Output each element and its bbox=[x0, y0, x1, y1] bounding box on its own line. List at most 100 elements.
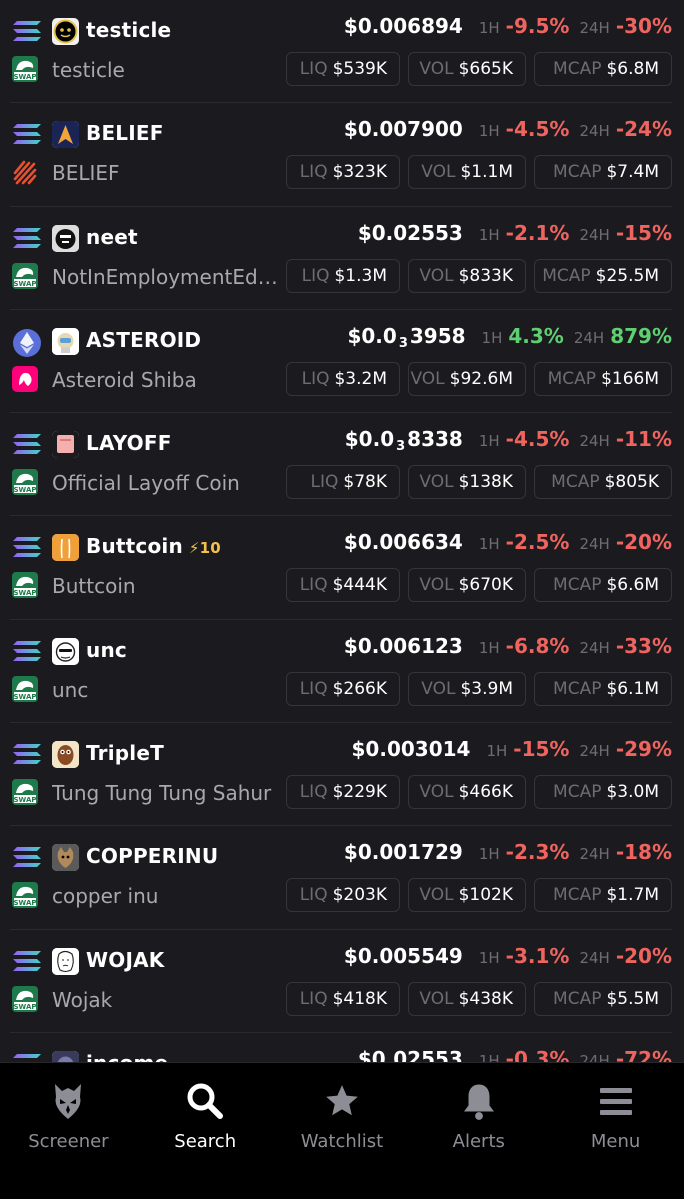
swap-dex-icon: SWAP bbox=[12, 779, 38, 806]
change-24h-label: 24H bbox=[579, 742, 610, 761]
token-logo bbox=[52, 431, 79, 459]
liquidity-pill-label: LIQ bbox=[299, 162, 328, 183]
market-cap-pill-value: $1.7M bbox=[606, 885, 659, 906]
ethereum-icon bbox=[12, 328, 42, 357]
token-price: $0.0 3 8338 bbox=[345, 427, 463, 454]
change-1h-value: -2.5% bbox=[505, 530, 570, 555]
market-cap-pill-label: MCAP bbox=[553, 988, 602, 1009]
star-icon bbox=[323, 1081, 361, 1121]
token-row[interactable]: ASTEROID Asteroid Shiba $0.0 3 3958 1H 4.3% 24H… bbox=[10, 310, 672, 414]
svg-text:SWAP: SWAP bbox=[14, 693, 37, 701]
liquidity-pill-label: LIQ bbox=[299, 782, 328, 803]
token-row[interactable]: SWAP WOJAK Wojak $0.005549 1H -3.1% 24H -20% LIQ… bbox=[10, 930, 672, 1033]
market-cap-pill-label: MCAP bbox=[553, 162, 602, 183]
change-1h-label: 1H bbox=[486, 742, 508, 761]
volume-pill-label: VOL bbox=[419, 59, 454, 79]
market-cap-pill-value: $166M bbox=[601, 368, 659, 389]
token-row[interactable]: SWAP LAYOFF Official Layoff Coin $0.0 3 8338 1… bbox=[10, 413, 672, 517]
change-1h-value: -4.5% bbox=[505, 427, 570, 452]
price-main: $0.007900 bbox=[343, 117, 463, 142]
screener-owl-icon bbox=[49, 1081, 87, 1121]
change-1h-value: -2.1% bbox=[505, 220, 570, 245]
token-symbol-text: ASTEROID bbox=[86, 327, 202, 352]
metrics-pills: LIQ $266K VOL $3.9M MCAP $6.1M bbox=[286, 671, 672, 706]
token-symbol-text: TripleT bbox=[86, 741, 164, 766]
tab-search[interactable]: Search bbox=[137, 1063, 274, 1199]
price-main: $0.006634 bbox=[343, 530, 463, 555]
liquidity-pill-label: LIQ bbox=[299, 678, 328, 699]
believe-dex-icon bbox=[12, 159, 38, 185]
token-row[interactable]: BELIEF BELIEF $0.007900 1H -4.5% 24H -24% LIQ $3… bbox=[10, 103, 672, 207]
liquidity-pill-label: LIQ bbox=[299, 575, 328, 596]
change-24h-label: 24H bbox=[579, 225, 610, 244]
liquidity-pill-label: LIQ bbox=[310, 472, 339, 493]
volume-pill-value: $670K bbox=[458, 575, 513, 596]
volume-pill-value: $1.1M bbox=[460, 162, 513, 183]
tab-screener[interactable]: Screener bbox=[0, 1063, 137, 1199]
token-row[interactable]: SWAP Buttcoin ⚡10 Buttcoin $0.006634 1H -2.5% 2… bbox=[10, 516, 672, 620]
change-1h-value: -15% bbox=[513, 737, 570, 762]
bottom-tab-bar: Screener Search Watchlist Alerts Menu bbox=[0, 1062, 684, 1199]
volume-pill-label: VOL bbox=[421, 162, 456, 183]
change-1h-label: 1H bbox=[478, 1051, 500, 1062]
svg-text:SWAP: SWAP bbox=[14, 899, 37, 907]
price-digits: 2553 bbox=[407, 1046, 463, 1062]
uniswap-icon bbox=[12, 365, 38, 392]
token-row[interactable]: SWAP TripleT Tung Tung Tung Sahur $0.003014… bbox=[10, 723, 672, 827]
change-24h-label: 24H bbox=[579, 122, 610, 141]
market-cap-pill-value: $5.5M bbox=[606, 988, 659, 1009]
change-1h-label: 1H bbox=[478, 19, 500, 37]
solana-icon bbox=[12, 640, 42, 662]
token-logo bbox=[52, 1050, 79, 1062]
token-row[interactable]: SWAP testicle testicle $0.006894 1H -9.5% 24H -… bbox=[10, 0, 672, 104]
liquidity-pill-value: $229K bbox=[332, 782, 387, 803]
volume-pill-value: $138K bbox=[458, 472, 513, 493]
change-1h-label: 1H bbox=[478, 948, 500, 967]
tab-alerts[interactable]: Alerts bbox=[410, 1063, 547, 1199]
boost-badge: ⚡10 bbox=[188, 539, 221, 558]
solana-icon bbox=[12, 743, 42, 765]
market-cap-pill-value: $6.1M bbox=[606, 678, 659, 699]
liquidity-pill-value: $78K bbox=[343, 472, 387, 493]
liquidity-pill-label: LIQ bbox=[299, 59, 328, 79]
tab-menu[interactable]: Menu bbox=[547, 1063, 684, 1199]
change-24h-label: 24H bbox=[579, 19, 610, 37]
liquidity-pill-value: $323K bbox=[332, 162, 387, 183]
volume-pill: VOL $3.9M bbox=[408, 671, 526, 706]
market-cap-pill: MCAP $3.0M bbox=[534, 775, 672, 810]
price-main: $0.001729 bbox=[343, 840, 463, 865]
token-symbol: Buttcoin ⚡10 bbox=[86, 534, 221, 558]
metrics-pills: LIQ $1.3M VOL $833K MCAP $25.5M bbox=[286, 258, 672, 293]
liquidity-pill-value: $203K bbox=[332, 885, 387, 906]
token-row[interactable]: SWAP unc unc $0.006123 1H -6.8% 24H -33% LIQ $266… bbox=[10, 620, 672, 724]
token-name: BELIEF bbox=[52, 161, 120, 186]
token-price: $0.005549 bbox=[344, 944, 463, 968]
solana-icon bbox=[12, 950, 42, 972]
tab-watchlist[interactable]: Watchlist bbox=[274, 1063, 411, 1199]
tab-menu-label: Menu bbox=[590, 1131, 641, 1152]
market-cap-pill-label: MCAP bbox=[553, 59, 602, 79]
solana-icon bbox=[12, 846, 42, 868]
price-main: $0.0 bbox=[357, 1046, 408, 1062]
change-24h-value: -20% bbox=[615, 530, 672, 555]
change-1h-label: 1H bbox=[478, 432, 500, 451]
liquidity-pill-value: $3.2M bbox=[334, 368, 387, 389]
volume-pill: VOL $665K bbox=[408, 52, 526, 86]
token-symbol-text: testicle bbox=[86, 18, 172, 42]
solana-icon bbox=[12, 227, 42, 249]
token-row[interactable]: SWAP neet NotInEmploymentEducationTraining… bbox=[10, 207, 672, 310]
token-row[interactable]: SWAP COPPERINU copper inu $0.001729 1H -2.3% 2… bbox=[10, 826, 672, 930]
swap-dex-icon: SWAP bbox=[12, 985, 38, 1012]
token-symbol-text: Buttcoin bbox=[86, 534, 183, 559]
market-cap-pill: MCAP $1.7M bbox=[534, 878, 672, 913]
market-cap-pill: MCAP $25.5M bbox=[534, 258, 672, 293]
token-price: $0.007900 bbox=[344, 117, 463, 141]
price-stats: $0.02553 1H -2.1% 24H -15% bbox=[358, 221, 672, 245]
liquidity-pill: LIQ $3.2M bbox=[286, 361, 400, 396]
market-cap-pill-label: MCAP bbox=[542, 265, 591, 286]
change-24h-value: -18% bbox=[615, 840, 672, 865]
token-symbol: TripleT bbox=[86, 741, 164, 765]
volume-pill-label: VOL bbox=[419, 885, 454, 906]
token-row[interactable]: SWAPincome$0.025531H-0.3%24H-72% bbox=[10, 1033, 672, 1062]
change-1h-label: 1H bbox=[478, 225, 500, 244]
